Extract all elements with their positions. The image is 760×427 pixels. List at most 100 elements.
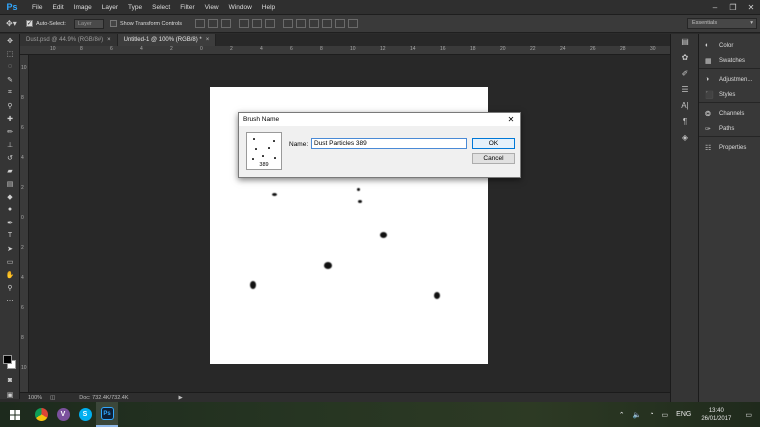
brushes-icon[interactable]: ✿ <box>671 50 699 66</box>
brush-tool-icon[interactable]: ✏ <box>0 125 20 138</box>
clock[interactable]: 13:40 26/01/2017 <box>695 407 737 423</box>
distribute-hcenter-icon[interactable] <box>335 19 346 28</box>
panel-color[interactable]: ◐ Color <box>699 38 760 53</box>
history-icon[interactable]: ▤ <box>671 34 699 50</box>
move-tool-icon[interactable]: ✥▾ <box>6 18 20 30</box>
align-left-icon[interactable] <box>239 19 250 28</box>
align-top-icon[interactable] <box>195 19 206 28</box>
close-icon[interactable]: × <box>107 37 111 43</box>
panel-swatches[interactable]: ▦ Swatches <box>699 53 760 68</box>
panel-styles[interactable]: ⬛ Styles <box>699 87 760 102</box>
align-bottom-icon[interactable] <box>221 19 232 28</box>
close-icon[interactable]: ✕ <box>505 113 517 126</box>
volume-icon[interactable]: 🔈 <box>629 411 646 419</box>
ruler-tick-label: 26 <box>590 46 596 52</box>
distribute-top-icon[interactable] <box>283 19 294 28</box>
crop-tool-icon[interactable]: ⌗ <box>0 86 20 99</box>
tab-dust-psd[interactable]: Dust.psd @ 44.9% (RGB/8#) × <box>20 34 118 46</box>
blur-tool-icon[interactable]: ◆ <box>0 190 20 203</box>
status-menu-icon[interactable]: ◫ <box>50 395 55 401</box>
menu-type[interactable]: Type <box>123 4 147 11</box>
dust-particle <box>434 292 440 299</box>
restore-icon[interactable]: ❐ <box>724 0 742 15</box>
taskbar-chrome[interactable] <box>30 402 52 427</box>
start-button[interactable] <box>0 402 30 427</box>
align-right-icon[interactable] <box>265 19 276 28</box>
menu-layer[interactable]: Layer <box>97 4 123 11</box>
distribute-bottom-icon[interactable] <box>309 19 320 28</box>
notifications-icon[interactable]: ▭ <box>737 411 760 419</box>
name-label: Name: <box>289 141 309 148</box>
quick-mask-icon[interactable]: ◙ <box>0 374 20 387</box>
tab-untitled-1[interactable]: Untitled-1 @ 100% (RGB/8) * × <box>117 34 217 46</box>
auto-select-checkbox[interactable]: ✓ <box>26 20 33 27</box>
screen-mode-icon[interactable]: ▣ <box>0 388 20 401</box>
menu-edit[interactable]: Edit <box>47 4 68 11</box>
character-icon[interactable]: A| <box>671 98 699 114</box>
menu-help[interactable]: Help <box>257 4 280 11</box>
history-brush-tool-icon[interactable]: ↺ <box>0 151 20 164</box>
pen-tool-icon[interactable]: ✒ <box>0 216 20 229</box>
dust-particle <box>272 193 277 196</box>
ruler-tick-label: 24 <box>560 46 566 52</box>
clone-stamp-tool-icon[interactable]: ⊥ <box>0 138 20 151</box>
quick-select-tool-icon[interactable]: ✎ <box>0 73 20 86</box>
more-tools-icon[interactable]: ⋯ <box>0 294 20 307</box>
menu-window[interactable]: Window <box>224 4 257 11</box>
cancel-button[interactable]: Cancel <box>472 153 515 164</box>
chevron-up-icon[interactable]: ⌃ <box>615 411 629 419</box>
brush-presets-icon[interactable]: ✐ <box>671 66 699 82</box>
align-hcenter-icon[interactable] <box>252 19 263 28</box>
menu-image[interactable]: Image <box>69 4 97 11</box>
eyedropper-tool-icon[interactable]: ⚲ <box>0 99 20 112</box>
menu-file[interactable]: File <box>27 4 47 11</box>
panel-channels[interactable]: ❂ Channels <box>699 106 760 121</box>
shape-tool-icon[interactable]: ▭ <box>0 255 20 268</box>
workspace-dropdown[interactable]: Essentials ▾ <box>687 18 757 29</box>
align-vcenter-icon[interactable] <box>208 19 219 28</box>
paragraph-icon[interactable]: ¶ <box>671 114 699 130</box>
zoom-level[interactable]: 100% <box>28 395 42 401</box>
taskbar-viber[interactable]: V <box>52 402 74 427</box>
dust-particle <box>380 232 387 238</box>
adjustments-icon: ◑ <box>705 76 710 83</box>
distribute-right-icon[interactable] <box>348 19 359 28</box>
foreground-color-swatch[interactable] <box>3 355 12 364</box>
close-icon[interactable]: ✕ <box>742 0 760 15</box>
status-arrow-icon[interactable]: ▶ <box>179 395 183 401</box>
close-icon[interactable]: × <box>206 37 210 43</box>
menu-filter[interactable]: Filter <box>175 4 199 11</box>
menu-view[interactable]: View <box>200 4 224 11</box>
auto-select-dropdown[interactable]: Layer <box>73 18 104 29</box>
panel-adjustments[interactable]: ◑ Adjustmen... <box>699 72 760 87</box>
lasso-tool-icon[interactable]: ◌ <box>0 60 20 73</box>
zoom-tool-icon[interactable]: ⚲ <box>0 281 20 294</box>
layers-icon[interactable]: ◈ <box>671 130 699 146</box>
panel-paths[interactable]: ✑ Paths <box>699 121 760 136</box>
path-select-tool-icon[interactable]: ➤ <box>0 242 20 255</box>
taskbar-photoshop[interactable]: Ps <box>96 402 118 427</box>
hand-tool-icon[interactable]: ✋ <box>0 268 20 281</box>
taskbar-skype[interactable]: S <box>74 402 96 427</box>
tool-presets-icon[interactable]: ☰ <box>671 82 699 98</box>
dodge-tool-icon[interactable]: ● <box>0 203 20 216</box>
battery-icon[interactable]: ▭ <box>658 411 673 419</box>
ruler-tick-label: 10 <box>21 365 27 371</box>
healing-brush-tool-icon[interactable]: ✚ <box>0 112 20 125</box>
tab-label: Dust.psd @ 44.9% (RGB/8#) <box>26 37 104 43</box>
move-tool-icon[interactable]: ✥ <box>0 34 20 47</box>
menu-select[interactable]: Select <box>147 4 175 11</box>
ok-button[interactable]: OK <box>472 138 515 149</box>
language-indicator[interactable]: ENG <box>672 411 695 418</box>
minimize-icon[interactable]: – <box>706 0 724 15</box>
brush-name-input[interactable] <box>311 138 467 149</box>
eraser-tool-icon[interactable]: ▰ <box>0 164 20 177</box>
distribute-left-icon[interactable] <box>322 19 333 28</box>
marquee-tool-icon[interactable]: ⬚ <box>0 47 20 60</box>
distribute-vcenter-icon[interactable] <box>296 19 307 28</box>
type-tool-icon[interactable]: T <box>0 229 20 242</box>
transform-controls-checkbox[interactable] <box>109 20 117 27</box>
panel-properties[interactable]: ☷ Properties <box>699 140 760 155</box>
network-icon[interactable]: ◔ <box>645 411 657 418</box>
gradient-tool-icon[interactable]: ▤ <box>0 177 20 190</box>
